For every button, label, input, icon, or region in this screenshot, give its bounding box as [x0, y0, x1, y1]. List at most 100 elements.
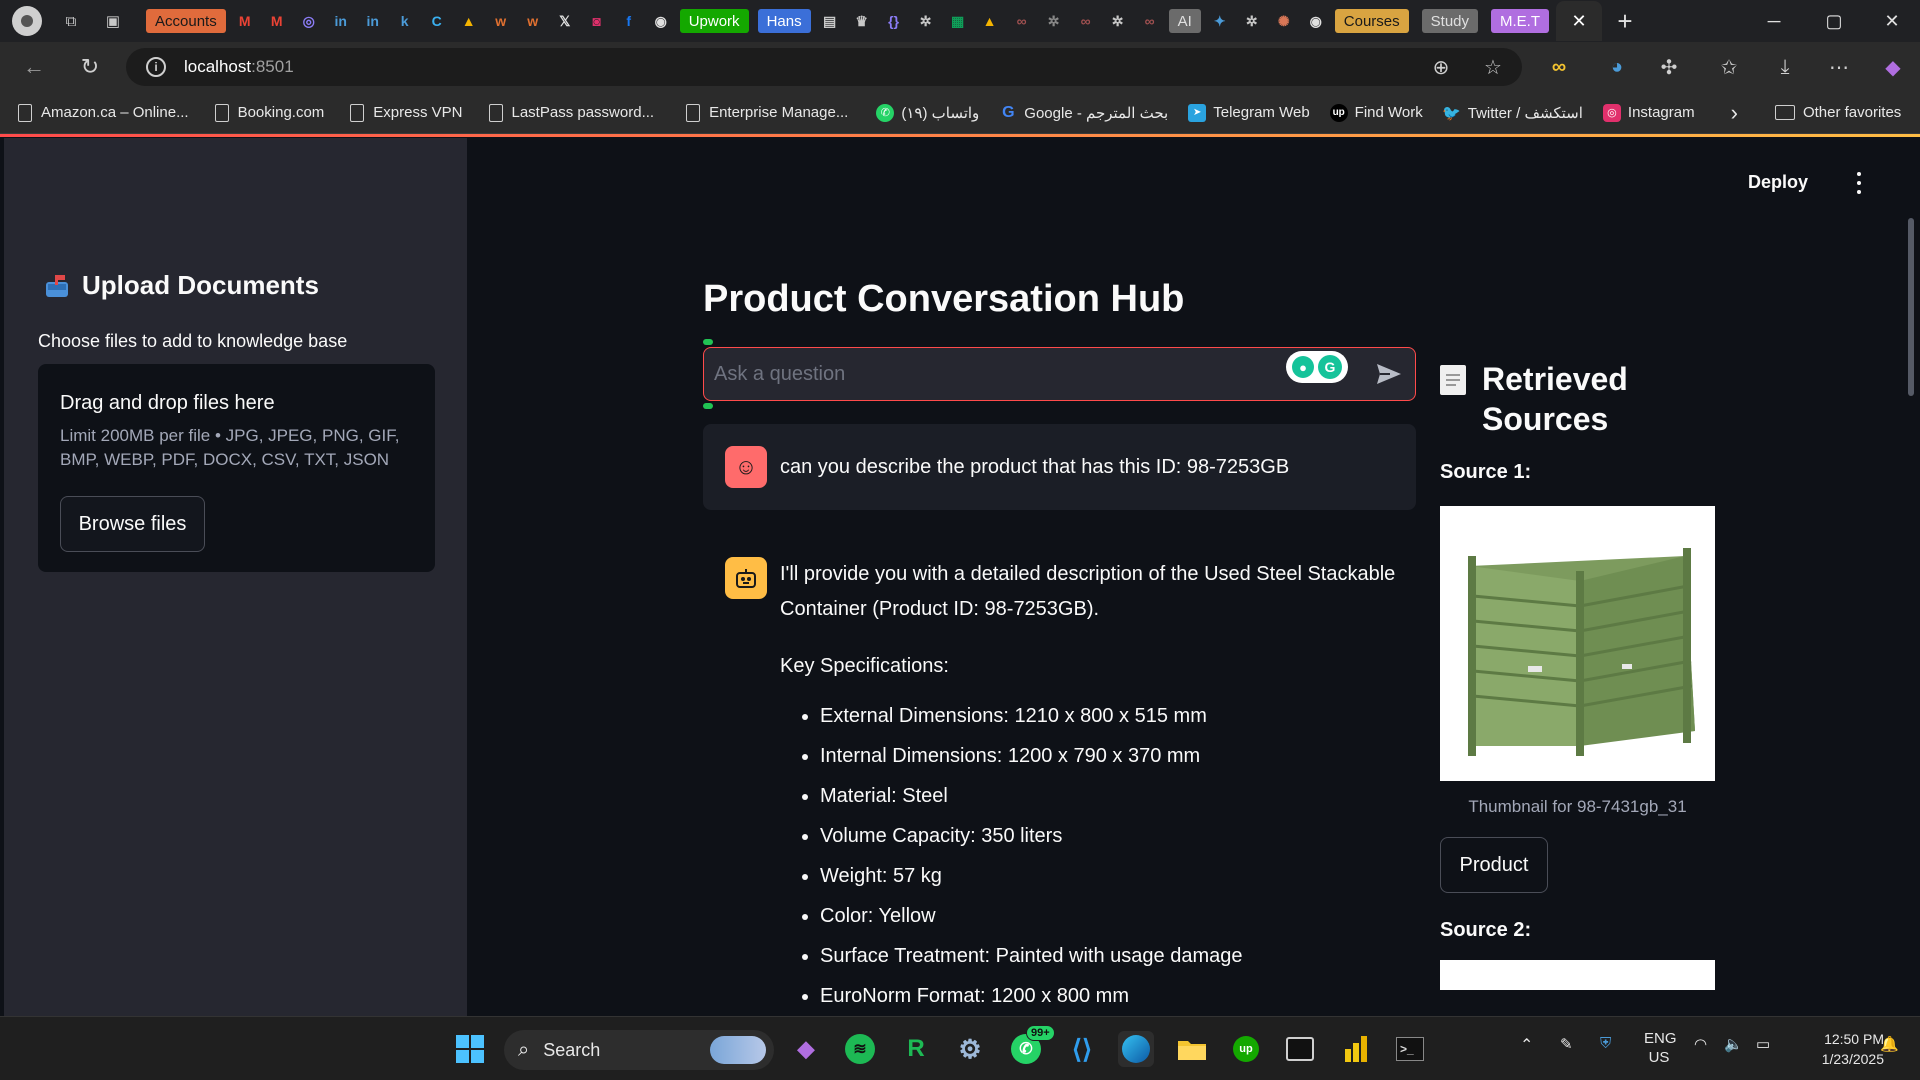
openai-icon[interactable]: ✲ [913, 6, 939, 36]
favorites-icon[interactable]: ✩ [1714, 52, 1744, 82]
restore-button[interactable]: ▢ [1804, 0, 1864, 42]
back-button[interactable]: ← [14, 47, 54, 87]
sparkle-icon[interactable]: ✦ [1207, 6, 1233, 36]
active-tab-close-button[interactable]: ✕ [1556, 1, 1602, 41]
w-icon[interactable]: w [488, 6, 514, 36]
edge-icon[interactable] [1118, 1031, 1154, 1067]
grammarly-widget[interactable]: ● G [1286, 351, 1348, 383]
crown-icon[interactable]: ♛ [849, 6, 875, 36]
link-icon[interactable]: ∞ [1137, 6, 1163, 36]
chat-icon[interactable]: ▤ [817, 6, 843, 36]
copilot-icon[interactable]: ◆ [1878, 52, 1908, 82]
terminal-icon[interactable] [1282, 1031, 1318, 1067]
sheets-icon[interactable]: ▦ [945, 6, 971, 36]
github-icon[interactable]: ◉ [648, 6, 674, 36]
browse-files-button[interactable]: Browse files [60, 496, 205, 552]
claude-icon[interactable]: ✺ [1271, 6, 1297, 36]
openai-icon[interactable]: ✲ [1041, 6, 1067, 36]
whatsapp-app-icon[interactable]: ✆ 99+ [1008, 1025, 1055, 1067]
extensions-icon[interactable]: ✣ [1654, 52, 1684, 82]
bookmark-expressvpn[interactable]: Express VPN [348, 103, 463, 122]
drive-icon[interactable]: ▲ [977, 6, 1003, 36]
copilot-app-icon[interactable]: ◆ [788, 1031, 824, 1067]
new-tab-button[interactable]: + [1612, 6, 1638, 36]
r-app-icon[interactable]: R [898, 1031, 934, 1067]
workspaces-icon[interactable]: ⧉ [58, 8, 84, 34]
link-icon[interactable]: ∞ [1073, 6, 1099, 36]
linkedin-icon[interactable]: in [328, 6, 354, 36]
volume-icon[interactable]: 🔈 [1724, 1035, 1743, 1053]
tab-hans[interactable]: Hans [757, 6, 811, 36]
taskbar-search[interactable]: ⌕ Search [504, 1030, 774, 1070]
favorite-star-icon[interactable]: ☆ [1478, 52, 1508, 82]
linkedin-icon[interactable]: in [360, 6, 386, 36]
tab-courses[interactable]: Courses [1334, 6, 1409, 36]
bookmark-twitter[interactable]: 🐦 Twitter / استكشف [1442, 104, 1583, 122]
w-icon[interactable]: w [520, 6, 546, 36]
openai-icon[interactable]: ✲ [1105, 6, 1131, 36]
language-indicator[interactable]: ENG US [1644, 1029, 1677, 1067]
bookmark-booking[interactable]: Booking.com [213, 103, 324, 122]
zoom-icon[interactable]: ⊕ [1426, 52, 1456, 82]
wifi-icon[interactable]: ◠ [1694, 1035, 1707, 1053]
cmd-icon[interactable]: >_ [1392, 1031, 1428, 1067]
site-info-icon[interactable]: i [146, 57, 166, 77]
send-button[interactable] [1374, 360, 1404, 388]
url-text[interactable]: localhost:8501 [184, 57, 294, 77]
c-icon[interactable]: C [424, 6, 450, 36]
upwork-app-icon[interactable]: up [1228, 1031, 1264, 1067]
file-dropzone[interactable]: Drag and drop files here Limit 200MB per… [38, 364, 435, 572]
pen-icon[interactable]: ✎ [1560, 1035, 1573, 1053]
reload-button[interactable]: ↻ [70, 47, 110, 87]
x-icon[interactable]: 𝕏 [552, 6, 578, 36]
downloads-icon[interactable]: ⤓ [1770, 52, 1800, 82]
tab-met[interactable]: M.E.T [1491, 6, 1549, 36]
tab-upwork[interactable]: Upwork [679, 6, 749, 36]
facebook-icon[interactable]: f [616, 6, 642, 36]
instagram-icon[interactable]: ◙ [584, 6, 610, 36]
drive-icon[interactable]: ▲ [456, 6, 482, 36]
other-favorites[interactable]: Other favorites [1774, 104, 1901, 122]
tab-accounts[interactable]: Accounts [146, 6, 226, 36]
deploy-button[interactable]: Deploy [1748, 172, 1808, 193]
extension-infinity-icon[interactable]: ∞ [1544, 52, 1574, 82]
bookmark-google[interactable]: G Google - بحث المترجم [999, 104, 1168, 122]
profile-icon[interactable] [12, 6, 42, 36]
close-window-button[interactable]: ✕ [1862, 0, 1920, 42]
vscode-icon[interactable]: ⟨⟩ [1064, 1031, 1100, 1067]
bookmark-lastpass[interactable]: LastPass password... [487, 103, 654, 122]
question-input[interactable] [714, 348, 1274, 400]
link-icon[interactable]: ∞ [1009, 6, 1035, 36]
bookmarks-overflow-button[interactable]: › [1731, 100, 1738, 126]
tray-overflow-icon[interactable]: ⌃ [1520, 1035, 1533, 1055]
k-icon[interactable]: k [392, 6, 418, 36]
settings-more-icon[interactable]: ⋯ [1824, 52, 1854, 82]
github-icon[interactable]: ◉ [1303, 6, 1329, 36]
minimize-button[interactable]: ─ [1744, 0, 1804, 42]
windows-start-icon[interactable] [452, 1031, 488, 1067]
main-menu-icon[interactable] [1854, 172, 1864, 194]
clock[interactable]: 12:50 PM 1/23/2025 [1764, 1029, 1884, 1069]
tab-ai[interactable]: AI [1168, 6, 1201, 36]
copilot-extension-icon[interactable]: ◕ [1602, 52, 1632, 82]
spotify-icon[interactable]: ≋ [842, 1031, 878, 1067]
product-button[interactable]: Product [1440, 837, 1548, 893]
proton-icon[interactable]: ◎ [296, 6, 322, 36]
page-scrollbar[interactable] [1908, 218, 1914, 396]
tab-study[interactable]: Study [1421, 6, 1478, 36]
bracket-icon[interactable]: {} [881, 6, 907, 36]
bookmark-findwork[interactable]: up Find Work [1329, 103, 1423, 122]
file-explorer-icon[interactable] [1174, 1031, 1210, 1067]
tab-actions-icon[interactable]: ▣ [100, 8, 126, 34]
bookmark-whatsapp[interactable]: ✆ (١٩) واتساب [876, 103, 979, 122]
openai-icon[interactable]: ✲ [1239, 6, 1265, 36]
bookmark-enterprise[interactable]: Enterprise Manage... [684, 103, 848, 122]
bookmark-amazon[interactable]: Amazon.ca – Online... [16, 103, 189, 122]
notifications-icon[interactable]: 🔔 [1880, 1035, 1899, 1053]
gmail-icon[interactable]: M [264, 6, 290, 36]
powerbi-icon[interactable] [1338, 1031, 1374, 1067]
defender-icon[interactable]: ⛨ [1600, 1035, 1611, 1052]
bookmark-telegram[interactable]: ➤ Telegram Web [1188, 103, 1310, 122]
gmail-icon[interactable]: M [232, 6, 258, 36]
chat-input[interactable]: ● G [703, 347, 1416, 401]
